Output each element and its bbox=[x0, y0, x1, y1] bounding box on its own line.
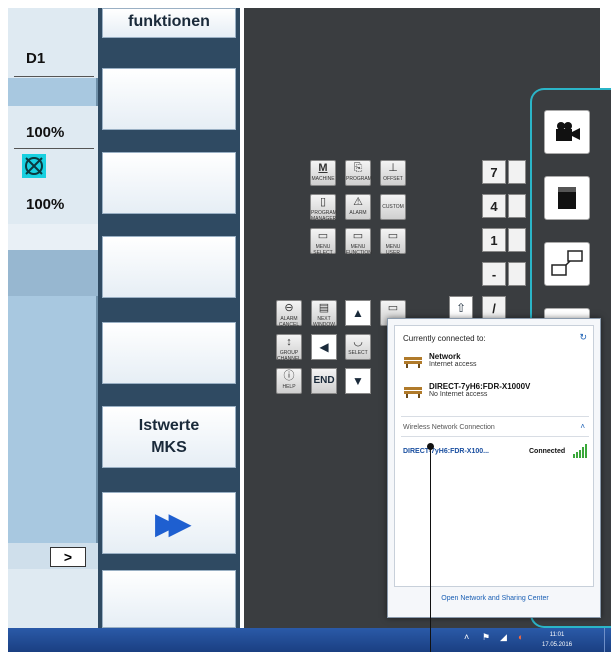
select-key[interactable]: ◡ SELECT bbox=[345, 334, 371, 360]
num-key-side[interactable] bbox=[508, 228, 526, 252]
menu-select-key[interactable]: ▭ MENU SELECT bbox=[310, 228, 336, 256]
group-channel-key[interactable]: ↕ GROUP CHANNEL bbox=[276, 334, 302, 362]
spindle-override-value: 100% bbox=[26, 196, 65, 213]
memory-card-icon[interactable] bbox=[544, 176, 590, 220]
clock-date: 17.05.2016 bbox=[542, 642, 573, 648]
machine-key[interactable]: M MACHINE bbox=[310, 160, 336, 186]
program-key[interactable]: ⎘ PROGRAM bbox=[345, 160, 372, 186]
network-sharing-center-link[interactable]: Open Network and Sharing Center bbox=[388, 595, 602, 602]
status-row bbox=[8, 224, 98, 250]
refresh-icon[interactable]: ↻ bbox=[579, 332, 587, 343]
callout-line bbox=[430, 446, 431, 652]
tray-expand-icon[interactable]: ˄ bbox=[464, 632, 469, 642]
network-tray-icon[interactable]: ◢ bbox=[500, 632, 507, 643]
signal-strength-icon bbox=[573, 444, 587, 458]
tool-label: D1 bbox=[26, 50, 46, 67]
network-status: No Internet access bbox=[429, 391, 488, 398]
softkey-8[interactable] bbox=[102, 570, 236, 628]
wireless-section-label: Wireless Network Connection bbox=[403, 424, 495, 431]
spindle-override-icon bbox=[22, 154, 46, 178]
num-key-slash[interactable]: / bbox=[482, 296, 506, 320]
remote-display-icon[interactable] bbox=[544, 242, 590, 286]
softkey-istwerte-label: Istwerte bbox=[138, 417, 200, 434]
wifi-network-name[interactable]: DIRECT-7yH6:FDR-X100... bbox=[403, 448, 489, 455]
divider bbox=[401, 416, 589, 417]
clock-time: 11:01 bbox=[549, 632, 565, 638]
feed-override-value: 100% bbox=[26, 124, 65, 141]
network-flyout: Currently connected to: ↻ Network Intern… bbox=[387, 318, 601, 618]
taskbar: ˄ ⚑ ◢ ◐ 11:01 17.05.2016 bbox=[8, 628, 611, 652]
clock[interactable]: 11:01 17.05.2016 bbox=[542, 630, 572, 650]
network-list: Currently connected to: ↻ Network Intern… bbox=[394, 325, 594, 587]
tool-area bbox=[8, 8, 98, 78]
status-footer bbox=[8, 569, 98, 628]
shift-key[interactable]: ⇧ bbox=[449, 296, 473, 320]
volume-icon[interactable]: ◐ bbox=[518, 632, 523, 642]
softkey-istwerte-mks[interactable]: Istwerte MKS bbox=[102, 406, 236, 468]
num-key-side[interactable] bbox=[508, 262, 526, 286]
num-key-side[interactable] bbox=[508, 194, 526, 218]
num-key-1[interactable]: 1 bbox=[482, 228, 506, 252]
divider bbox=[401, 436, 589, 437]
num-key-minus[interactable]: - bbox=[482, 262, 506, 286]
alarm-cancel-key[interactable]: ⊖ ALARM CANCEL bbox=[276, 300, 302, 328]
status-row-highlight bbox=[8, 250, 98, 296]
softkey-funktionen[interactable]: funktionen bbox=[102, 8, 236, 38]
show-desktop-button[interactable] bbox=[604, 628, 605, 652]
softkey-2[interactable] bbox=[102, 68, 236, 130]
arrow-down-key[interactable]: ▼ bbox=[345, 368, 371, 394]
network-bench-icon bbox=[404, 357, 422, 368]
next-window-key[interactable]: ▤ NEXT WINDOW bbox=[311, 300, 337, 328]
menu-function-key[interactable]: ▭ MENU FUNCTION bbox=[345, 228, 372, 256]
softkey-mks-label: MKS bbox=[151, 439, 187, 456]
arrow-up-key[interactable]: ▲ bbox=[345, 300, 371, 326]
custom-key[interactable]: CUSTOM bbox=[380, 194, 406, 220]
help-key[interactable]: ⓘ HELP bbox=[276, 368, 302, 394]
network-name: Network bbox=[429, 352, 461, 361]
flag-icon[interactable]: ⚑ bbox=[482, 632, 490, 643]
arrow-left-key[interactable]: ◀ bbox=[311, 334, 337, 360]
callout-dot bbox=[427, 443, 434, 450]
num-key-7[interactable]: 7 bbox=[482, 160, 506, 184]
network-item[interactable]: Network Internet access bbox=[403, 352, 476, 368]
softkey-bar: funktionen Istwerte MKS ▶▶ bbox=[98, 8, 240, 628]
double-chevron-right-icon: ▶▶ bbox=[155, 507, 190, 539]
divider bbox=[14, 76, 94, 77]
softkey-3[interactable] bbox=[102, 152, 236, 214]
menu-user-key[interactable]: ▭ MENU USER bbox=[380, 228, 406, 256]
camera-icon[interactable] bbox=[544, 110, 590, 154]
wifi-connected-label: Connected bbox=[529, 448, 566, 455]
end-key[interactable]: END bbox=[311, 368, 337, 394]
network-bench-icon bbox=[404, 387, 422, 398]
connected-heading: Currently connected to: bbox=[403, 334, 486, 343]
status-column: D1 100% 100% > bbox=[8, 8, 98, 628]
offset-key[interactable]: ⊥ OFFSET bbox=[380, 160, 406, 186]
softkey-5[interactable] bbox=[102, 322, 236, 384]
network-name: DIRECT-7yH6:FDR-X1000V bbox=[429, 382, 531, 391]
divider bbox=[14, 148, 94, 149]
softkey-4[interactable] bbox=[102, 236, 236, 298]
num-key-4[interactable]: 4 bbox=[482, 194, 506, 218]
chevron-up-icon[interactable]: ˄ bbox=[580, 422, 585, 431]
network-status: Internet access bbox=[429, 361, 477, 368]
scroll-right-button[interactable]: > bbox=[50, 547, 86, 567]
network-item[interactable]: DIRECT-7yH6:FDR-X1000V No Internet acces… bbox=[403, 382, 530, 398]
num-key-side[interactable] bbox=[508, 160, 526, 184]
softkey-more[interactable]: ▶▶ bbox=[102, 492, 236, 554]
alarm-key[interactable]: ⚠ ALARM bbox=[345, 194, 371, 220]
program-manager-key[interactable]: ▯ PROGRAM MANAGER bbox=[310, 194, 337, 222]
